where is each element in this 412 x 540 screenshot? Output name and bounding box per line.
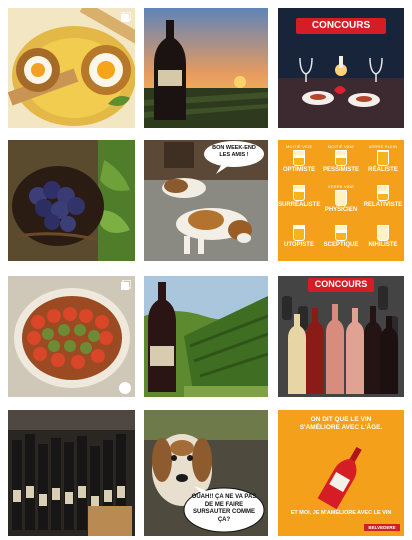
post-wine-vineyard[interactable]: [144, 276, 268, 397]
glass-cell: MOITIÉ VIDE PESSIMISTE: [320, 144, 362, 173]
beer-glass-icon: [377, 225, 389, 241]
glass-cell: VERRE PLEIN RÉALISTE: [362, 144, 404, 173]
glass-cell: MOITIÉ VIDE OPTIMISTE: [278, 144, 320, 173]
post-image: [144, 8, 268, 128]
glass-cell: VERRE VIDE PHYSICIEN: [320, 184, 362, 213]
glass-grid: MOITIÉ VIDE OPTIMISTE MOITIÉ VIDE PESSIMIST…: [278, 140, 404, 261]
post-glass-chart[interactable]: MOITIÉ VIDE OPTIMISTE MOITIÉ VIDE PESSIMIST…: [278, 140, 404, 261]
glass-caption: MOITIÉ VIDE: [285, 144, 313, 149]
glass-cell: UTOPISTE: [278, 224, 320, 248]
post-egg-soup[interactable]: [8, 8, 135, 128]
contest-badge: CONCOURS: [311, 20, 371, 31]
glass-label: SCEPTIQUE: [323, 242, 359, 248]
post-dog-speech[interactable]: OUAH!! ÇA NE VA PAS DE ME FAIRE SURSAUTE…: [144, 410, 268, 536]
glass-label: PESSIMISTE: [322, 167, 359, 173]
contest-badge: CONCOURS: [314, 279, 368, 289]
glass-label: OPTIMISTE: [282, 167, 316, 173]
glass-label: UTOPISTE: [284, 242, 314, 248]
brand-logo: BELVEDERE: [364, 524, 400, 531]
speech-bubble-text: BON WEEK-END LES AMIS !: [212, 145, 256, 158]
glass-cell: SURRÉALISTE: [278, 184, 320, 208]
post-image: [8, 140, 135, 261]
post-wine-shelf[interactable]: [8, 410, 135, 536]
post-wine-sunset[interactable]: [144, 8, 268, 128]
post-wine-quote[interactable]: ON DIT QUE LE VIN S'AMÉLIORE AVEC L'ÂGE.…: [278, 410, 404, 536]
beer-glass-icon: [335, 190, 347, 206]
post-grapes-basket[interactable]: [8, 140, 135, 261]
red-wine-bottle-icon: [317, 446, 362, 510]
multiple-images-icon: [121, 12, 131, 22]
glass-caption: VERRE PLEIN: [368, 144, 398, 149]
post-contest-table[interactable]: CONCOURS: [278, 8, 404, 128]
beer-glass-icon: [293, 150, 305, 166]
beer-glass-icon: [377, 185, 389, 201]
post-tian-dish[interactable]: [8, 276, 135, 397]
glass-label: RELATIVISTE: [363, 202, 403, 208]
glass-label: NIHILISTE: [368, 242, 398, 248]
beer-glass-icon: [335, 225, 347, 241]
glass-label: SURRÉALISTE: [278, 202, 321, 208]
post-contest-bottles[interactable]: CONCOURS: [278, 276, 404, 397]
post-image: [8, 410, 135, 536]
quote-bottom-text: ET MOI, JE M'AMÉLIORE AVEC LE VIN: [290, 510, 392, 516]
glass-cell: SCEPTIQUE: [320, 224, 362, 248]
beer-glass-icon: [293, 185, 305, 201]
glass-caption: VERRE VIDE: [327, 184, 355, 189]
speech-bubble-text: OUAH!! ÇA NE VA PAS DE ME FAIRE SURSAUTE…: [191, 494, 257, 523]
beer-glass-icon: [335, 150, 347, 166]
post-image: [8, 276, 135, 397]
glass-caption: MOITIÉ VIDE: [327, 144, 355, 149]
beer-glass-icon: [293, 225, 305, 241]
post-dogs-weekend[interactable]: BON WEEK-END LES AMIS !: [144, 140, 268, 261]
post-image: [144, 276, 268, 397]
glass-label: PHYSICIEN: [324, 207, 358, 213]
beer-glass-icon: [377, 150, 389, 166]
post-image: [8, 8, 135, 128]
post-image: [278, 276, 404, 397]
glass-label: RÉALISTE: [368, 167, 398, 173]
glass-cell: RELATIVISTE: [362, 184, 404, 208]
glass-cell: NIHILISTE: [362, 224, 404, 248]
multiple-images-icon: [121, 280, 131, 290]
